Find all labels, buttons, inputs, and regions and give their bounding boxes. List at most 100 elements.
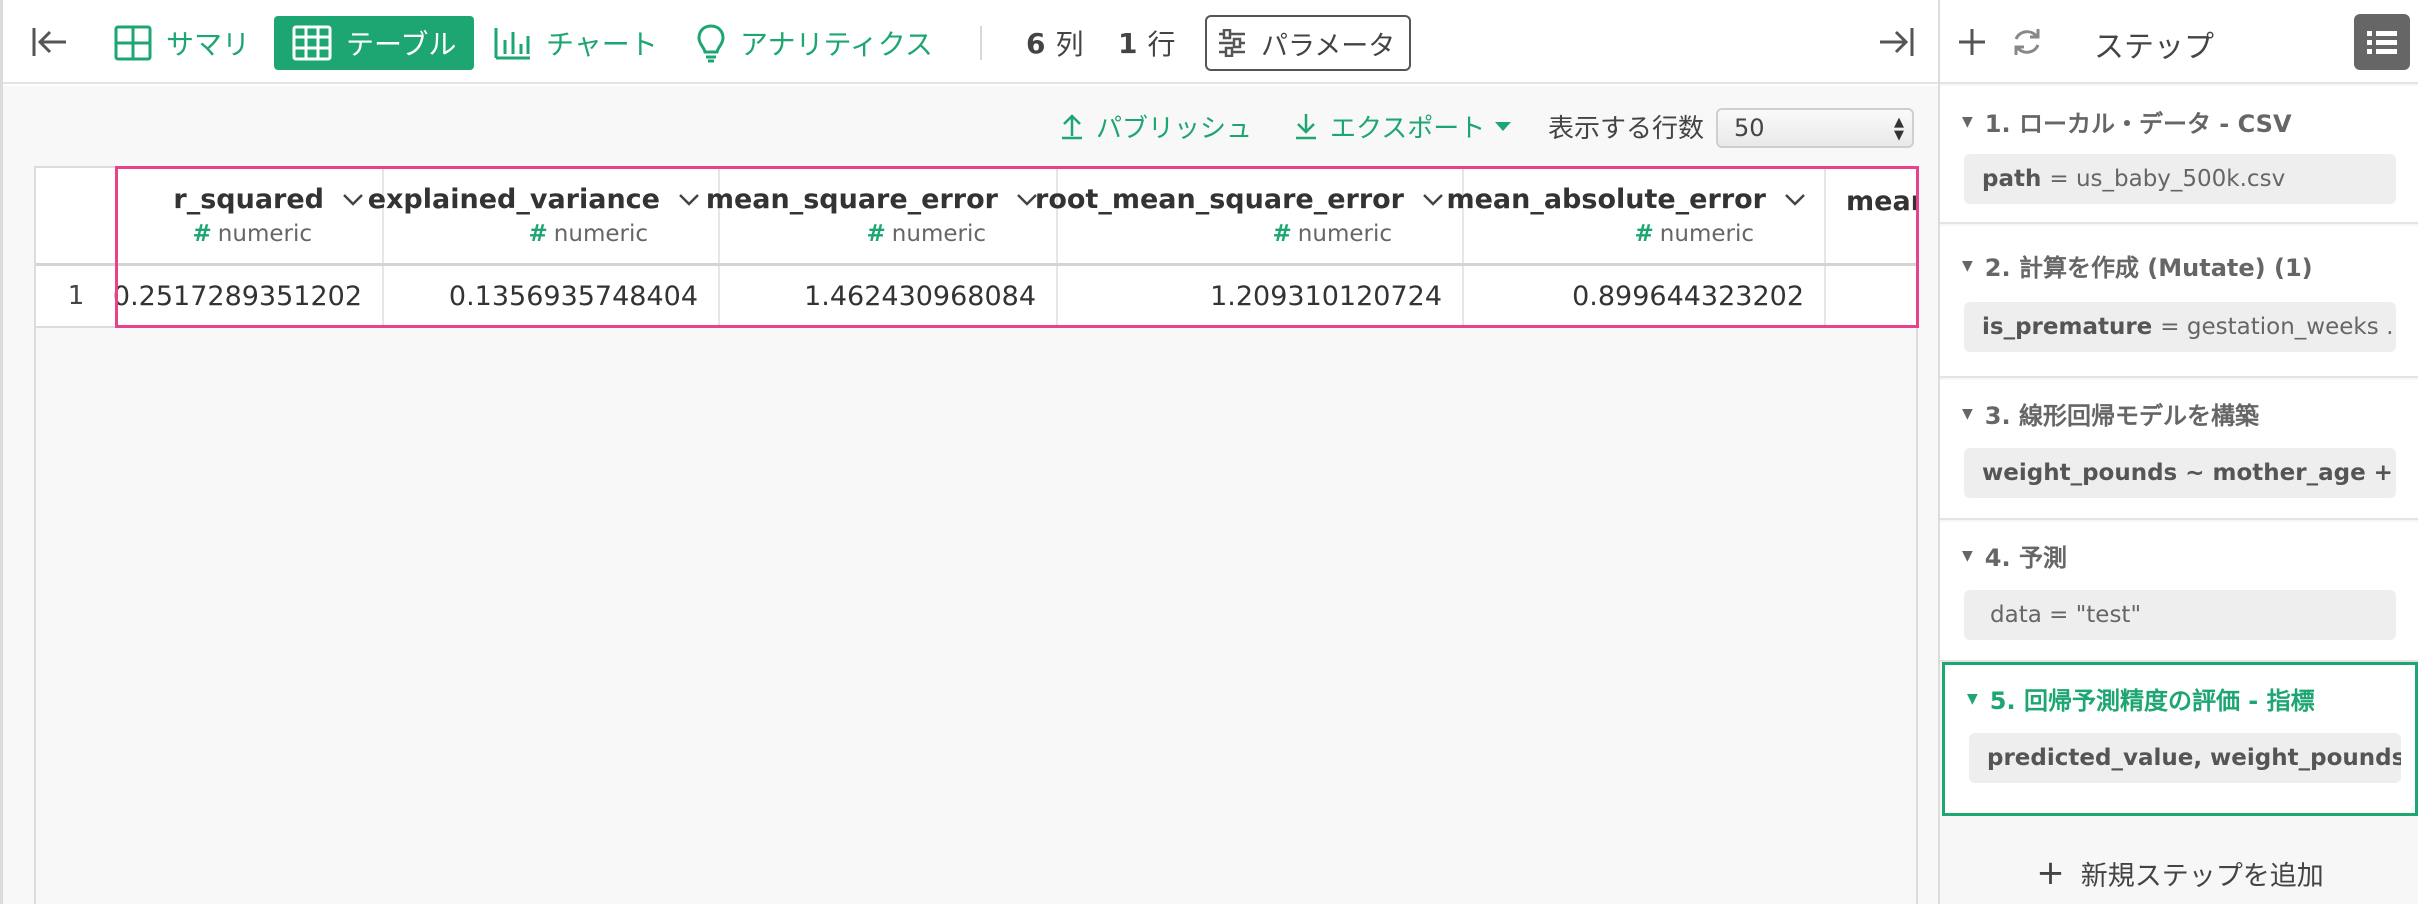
- column-header-mean-square-error[interactable]: mean_square_error # numeric: [706, 168, 1058, 263]
- numeric-type-icon: #: [528, 221, 548, 247]
- column-type: numeric: [217, 221, 312, 247]
- table-view: パブリッシュ エクスポート 表示する行数 50 ▲ ▼ r_squared # nu…: [0, 86, 1938, 904]
- column-name: root_mean_square_error: [1035, 184, 1404, 215]
- collapse-triangle-icon[interactable]: ▼: [1962, 114, 1973, 130]
- step-param-value: data = "test": [1990, 602, 2142, 628]
- tab-chart-label: チャート: [546, 28, 658, 61]
- parameters-label: パラメータ: [1261, 30, 1396, 62]
- tab-chart[interactable]: チャート: [494, 16, 658, 70]
- bar-chart-icon: [494, 28, 530, 60]
- table-cell[interactable]: 1.462430968084: [720, 266, 1058, 326]
- numeric-type-icon: #: [192, 221, 212, 247]
- sliders-icon: [1219, 29, 1245, 57]
- column-header-explained-variance[interactable]: explained_variance # numeric: [368, 168, 720, 263]
- refresh-icon[interactable]: [2010, 26, 2044, 58]
- step-param-key: is_premature: [1982, 314, 2153, 340]
- chevron-down-icon[interactable]: [1422, 193, 1444, 207]
- column-name: mean_square_error: [705, 184, 998, 215]
- caret-down-icon: [1495, 122, 1512, 131]
- step-title: 4. 予測: [1984, 544, 2067, 572]
- collapse-triangle-icon[interactable]: ▼: [1967, 691, 1978, 707]
- rows-count: 1 行: [1118, 16, 1176, 70]
- collapse-right-icon[interactable]: [1876, 24, 1916, 64]
- step-1[interactable]: ▼ 1. ローカル・データ - CSV path = us_baby_500k.cs…: [1940, 86, 2418, 224]
- step-title: 2. 計算を作成 (Mutate) (1): [1984, 254, 2313, 282]
- column-header-r-squared[interactable]: r_squared # numeric: [118, 168, 384, 263]
- export-button[interactable]: エクスポート: [1294, 104, 1512, 148]
- table-cell[interactable]: 0.1356935748404: [384, 266, 720, 326]
- add-icon[interactable]: [1956, 26, 1988, 58]
- step-title: 1. ローカル・データ - CSV: [1984, 110, 2292, 138]
- numeric-type-icon: #: [866, 221, 886, 247]
- step-param-key: weight_pounds ~ mother_age + fa…: [1982, 460, 2396, 486]
- chevron-down-icon[interactable]: [1784, 193, 1806, 207]
- columns-count-value: 6: [1026, 26, 1046, 60]
- step-param-value: = us_baby_500k.csv: [2049, 166, 2286, 192]
- upload-icon: [1062, 114, 1082, 140]
- step-4[interactable]: ▼ 4. 予測 data = "test": [1940, 522, 2418, 662]
- chevron-down-icon[interactable]: [342, 193, 364, 207]
- add-step-button[interactable]: + 新規ステップを追加: [1940, 848, 2418, 898]
- column-header-mean[interactable]: mean: [1826, 168, 1916, 263]
- grid-icon: [114, 25, 152, 61]
- table-cell[interactable]: 1.209310120724: [1058, 266, 1464, 326]
- tab-table-label: テーブル: [346, 28, 457, 61]
- collapse-triangle-icon[interactable]: ▼: [1962, 258, 1973, 274]
- column-type: numeric: [1659, 221, 1754, 247]
- view-toolbar: サマリ テーブル チャート アナリティクス 6 列 1 行 パラメータ: [0, 0, 1938, 84]
- tab-summary-label: サマリ: [166, 28, 251, 61]
- rows-count-unit: 行: [1147, 28, 1176, 61]
- table-row: 1 0.2517289351202 0.1356935748404 1.4624…: [36, 266, 1916, 328]
- step-param-key: path: [1982, 166, 2042, 192]
- column-name: r_squared: [173, 184, 324, 215]
- chevron-down-icon[interactable]: [678, 193, 700, 207]
- rows-count-value: 1: [1118, 26, 1138, 60]
- publish-button[interactable]: パブリッシュ: [1060, 104, 1252, 148]
- column-header-root-mean-square-error[interactable]: root_mean_square_error # numeric: [1035, 168, 1464, 263]
- columns-count: 6 列: [1026, 16, 1084, 70]
- numeric-type-icon: #: [1272, 221, 1292, 247]
- step-3[interactable]: ▼ 3. 線形回帰モデルを構築 weight_pounds ~ mother_ag…: [1940, 380, 2418, 520]
- tab-analytics[interactable]: アナリティクス: [696, 16, 933, 70]
- export-label: エクスポート: [1330, 113, 1486, 144]
- table-icon: [292, 25, 332, 61]
- column-name: explained_variance: [367, 184, 660, 215]
- table-cell[interactable]: [1826, 266, 1916, 326]
- column-name: mean: [1846, 186, 1916, 217]
- step-title: 5. 回帰予測精度の評価 - 指標: [1989, 687, 2315, 715]
- plus-icon: +: [2036, 853, 2065, 893]
- table-cell[interactable]: 0.2517289351202: [113, 266, 384, 326]
- step-2[interactable]: ▼ 2. 計算を作成 (Mutate) (1) is_premature = ges…: [1940, 226, 2418, 378]
- rows-to-show-select[interactable]: 50 ▲ ▼: [1716, 108, 1914, 148]
- tab-summary[interactable]: サマリ: [114, 16, 250, 70]
- tab-table[interactable]: テーブル: [274, 16, 475, 70]
- collapse-left-icon[interactable]: [30, 24, 70, 64]
- lightbulb-icon: [697, 24, 725, 63]
- parameters-button[interactable]: パラメータ: [1205, 15, 1411, 71]
- step-title: 3. 線形回帰モデルを構築: [1984, 402, 2259, 430]
- collapse-triangle-icon[interactable]: ▼: [1962, 406, 1973, 422]
- app-window: サマリ テーブル チャート アナリティクス 6 列 1 行 パラメータ パブリッ…: [0, 0, 2418, 904]
- column-header-mean-absolute-error[interactable]: mean_absolute_error # numeric: [1446, 168, 1826, 263]
- rows-to-show-value: 50: [1734, 114, 1765, 142]
- select-arrows-icon: ▲ ▼: [1894, 115, 1904, 143]
- add-step-label: 新規ステップを追加: [2080, 860, 2324, 892]
- column-type: numeric: [1297, 221, 1392, 247]
- column-name: mean_absolute_error: [1446, 184, 1766, 215]
- column-type: numeric: [891, 221, 986, 247]
- table-header: r_squared # numeric explained_variance # n…: [36, 166, 1916, 266]
- column-type: numeric: [553, 221, 648, 247]
- step-param-key: predicted_value, weight_pounds: [1987, 745, 2401, 771]
- step-5[interactable]: ▼ 5. 回帰予測精度の評価 - 指標 predicted_value, weig…: [1942, 662, 2418, 816]
- steps-panel: ステップ ▼ 1. ローカル・データ - CSV path = us_baby_50…: [1938, 0, 2418, 904]
- table-cell[interactable]: 0.899644323202: [1464, 266, 1826, 326]
- rows-to-show-label: 表示する行数: [1548, 113, 1705, 144]
- row-number: 1: [36, 266, 118, 326]
- window-edge: [0, 0, 3, 904]
- collapse-triangle-icon[interactable]: ▼: [1962, 548, 1973, 564]
- toolbar-divider: [980, 26, 982, 60]
- columns-count-unit: 列: [1055, 28, 1084, 61]
- download-icon: [1296, 114, 1316, 140]
- steps-panel-header: ステップ: [1940, 0, 2418, 84]
- step-list-toggle[interactable]: [2354, 14, 2410, 70]
